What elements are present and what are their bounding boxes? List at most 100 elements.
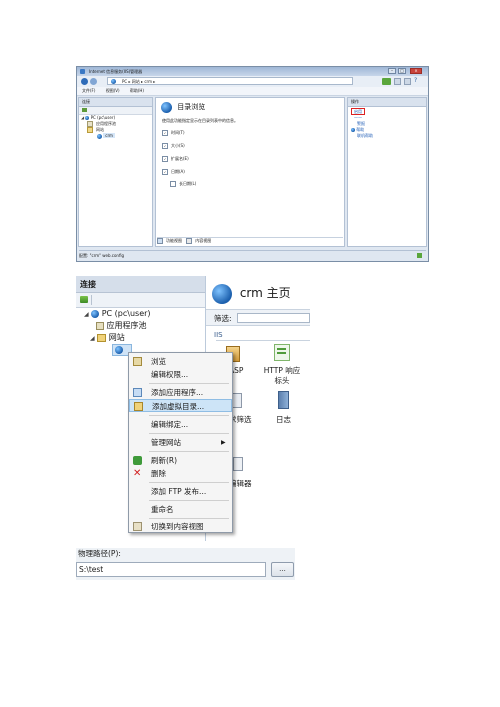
menu-help[interactable]: 帮助(H) — [130, 88, 144, 93]
minimize-button[interactable]: – — [388, 68, 396, 74]
menu-bar: 文件(F) 视图(V) 帮助(H) — [77, 87, 428, 96]
home-header: crm 主页 — [212, 282, 291, 304]
menu-view[interactable]: 视图(V) — [106, 88, 120, 93]
address-segment[interactable]: crm — [144, 79, 152, 84]
tree-item-crm[interactable]: crm — [81, 133, 152, 139]
iis-manager-window: Internet 信息服务(IIS)管理器 – □ × PC ▸ 网站 ▸ cr… — [76, 66, 429, 262]
menu-item-add-virtual-directory[interactable]: 添加虚拟目录... — [129, 399, 232, 412]
connect-icon[interactable] — [80, 296, 88, 303]
feature-http-headers[interactable]: HTTP 响应标头 — [261, 366, 303, 386]
action-online-help[interactable]: 联机帮助 — [351, 133, 426, 139]
browse-path-button[interactable]: ... — [271, 562, 294, 577]
site-globe-icon — [97, 133, 102, 139]
menu-item-manage-site[interactable]: 管理网站 ▶ — [129, 436, 232, 449]
option-label: 大小(S) — [171, 143, 185, 148]
maximize-button[interactable]: □ — [398, 68, 406, 74]
tree-label: 应用程序池 — [106, 321, 147, 330]
menu-file[interactable]: 文件(F) — [82, 88, 95, 93]
option-time[interactable]: ✓ 时间(T) — [162, 130, 185, 136]
refresh-icon[interactable] — [394, 78, 401, 85]
close-button[interactable]: × — [410, 68, 422, 74]
connections-toolbar — [76, 293, 205, 308]
address-segment[interactable]: PC — [122, 79, 127, 84]
status-icon — [417, 253, 422, 258]
option-extension[interactable]: ✓ 扩展名(E) — [162, 156, 189, 162]
window-title: Internet 信息服务(IIS)管理器 — [89, 69, 143, 74]
forward-icon[interactable] — [90, 78, 97, 85]
menu-item-content-view[interactable]: 切换到内容视图 — [129, 520, 232, 533]
tree-item-app-pools[interactable]: 应用程序池 — [96, 320, 147, 332]
back-icon[interactable] — [81, 78, 88, 85]
checkbox-extension[interactable]: ✓ — [162, 156, 168, 162]
feature-header: 目录浏览 — [161, 101, 205, 113]
tree-label: 网站 — [108, 333, 125, 342]
connect-icon[interactable] — [82, 108, 87, 112]
checkbox-size[interactable]: ✓ — [162, 143, 168, 149]
option-label: 日期(A) — [171, 169, 185, 174]
filter-label: 筛选: — [214, 314, 232, 323]
address-segment[interactable]: 网站 — [132, 79, 140, 84]
tab-content-view[interactable]: 内容视图 — [195, 238, 211, 243]
status-text: 配置: "crm" web.config — [79, 253, 125, 258]
browse-icon — [133, 357, 142, 366]
menu-item-label: 添加虚拟目录... — [152, 402, 205, 411]
menu-item-label: 管理网站 — [151, 438, 181, 447]
editor-icon[interactable] — [233, 457, 243, 471]
option-size[interactable]: ✓ 大小(S) — [162, 143, 185, 149]
request-filter-icon[interactable] — [232, 393, 242, 408]
filter-input[interactable] — [237, 313, 310, 323]
log-icon[interactable] — [278, 391, 289, 409]
http-headers-icon[interactable] — [274, 344, 290, 361]
menu-item-label: 删除 — [151, 469, 166, 478]
action-label: 启用 — [351, 108, 365, 115]
option-date[interactable]: ✓ 日期(A) — [162, 169, 185, 175]
menu-item-edit-permissions[interactable]: 编辑权限... — [129, 368, 232, 381]
help-icon[interactable]: ? — [414, 77, 417, 85]
menu-item-browse[interactable]: 浏览 — [129, 355, 232, 368]
option-label: 长日期(L) — [179, 181, 197, 186]
physical-path-input[interactable]: S:\test — [76, 562, 266, 577]
toolbar-divider — [91, 295, 92, 305]
content-view-icon — [133, 522, 142, 531]
folder-icon — [97, 333, 107, 342]
site-context-menu: 浏览 编辑权限... 添加应用程序... 添加虚拟目录... 编辑绑定... 管… — [128, 352, 233, 533]
server-icon — [91, 309, 100, 318]
menu-item-edit-bindings[interactable]: 编辑绑定... — [129, 418, 232, 431]
connections-header: 连接 — [79, 98, 152, 107]
toolbar-icon[interactable] — [382, 78, 391, 85]
feature-view-icon — [157, 238, 163, 244]
feature-pane: 目录浏览 使用此功能指定显示在目录列表中的信息。 ✓ 时间(T) ✓ 大小(S) ✓… — [155, 97, 345, 247]
connections-pane: 连接 ◢ PC (pc\user) 应用程序池 网站 crm — [78, 97, 153, 247]
app-pool-icon — [96, 321, 104, 330]
home-icon[interactable] — [404, 78, 411, 85]
checkbox-long-date[interactable] — [170, 181, 176, 187]
tree-label: 应用程序池 — [96, 121, 116, 126]
actions-header: 操作 — [348, 98, 426, 107]
address-path[interactable]: PC ▸ 网站 ▸ crm ▸ — [107, 77, 353, 85]
menu-separator — [149, 383, 229, 384]
menu-item-refresh[interactable]: 刷新(R) — [129, 454, 232, 467]
view-tabs: 功能视图 内容视图 — [157, 237, 343, 246]
actions-pane: 操作 启用 —— 警报 帮助 联机帮助 — [347, 97, 427, 247]
globe-icon — [111, 79, 116, 84]
checkbox-date[interactable]: ✓ — [162, 169, 168, 175]
feature-log[interactable]: 日志 — [276, 414, 291, 425]
menu-item-delete[interactable]: ✕ 删除 — [129, 467, 232, 480]
checkbox-time[interactable]: ✓ — [162, 130, 168, 136]
add-vdir-icon — [134, 402, 143, 411]
folder-icon — [87, 127, 93, 133]
menu-item-add-application[interactable]: 添加应用程序... — [129, 386, 232, 399]
menu-separator — [149, 500, 229, 501]
server-icon — [85, 116, 90, 120]
menu-item-add-ftp[interactable]: 添加 FTP 发布... — [129, 485, 232, 498]
menu-item-label: 添加应用程序... — [151, 388, 204, 397]
submenu-arrow-icon: ▶ — [221, 439, 226, 446]
tree-label: PC (pc\user) — [101, 309, 151, 318]
menu-separator — [149, 518, 229, 519]
option-long-date[interactable]: 长日期(L) — [170, 181, 196, 187]
connections-header: 连接 — [76, 276, 205, 293]
feature-description: 使用此功能指定显示在目录列表中的信息。 — [162, 118, 238, 123]
feature-title: 目录浏览 — [177, 103, 206, 111]
menu-item-rename[interactable]: 重命名 — [129, 503, 232, 516]
tab-feature-view[interactable]: 功能视图 — [166, 238, 182, 243]
